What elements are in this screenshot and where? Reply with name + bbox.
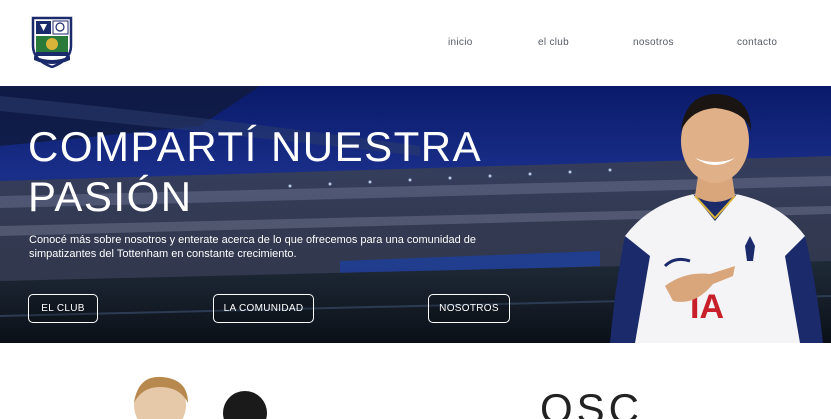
nosotros-button[interactable]: NOSOTROS bbox=[428, 294, 510, 323]
nav-nosotros[interactable]: nosotros bbox=[633, 37, 674, 48]
nav-el-club[interactable]: el club bbox=[538, 37, 569, 48]
about-section: OSC bbox=[0, 343, 831, 419]
hero-title: COMPARTÍ NUESTRA PASIÓN bbox=[28, 123, 480, 220]
section-heading: OSC bbox=[540, 385, 644, 419]
hero-banner: COMPARTÍ NUESTRA PASIÓN Conocé más sobre… bbox=[0, 86, 831, 343]
hero-description: Conocé más sobre nosotros y enterate ace… bbox=[29, 234, 476, 260]
nav-contacto[interactable]: contacto bbox=[737, 37, 777, 48]
player-photo: IA bbox=[610, 94, 823, 343]
nav-inicio[interactable]: inicio bbox=[448, 37, 473, 48]
la-comunidad-button[interactable]: LA COMUNIDAD bbox=[213, 294, 314, 323]
site-header: inicio el club nosotros contacto bbox=[0, 0, 831, 86]
members-photo bbox=[134, 376, 267, 419]
el-club-button[interactable]: EL CLUB bbox=[28, 294, 98, 323]
club-crest-icon[interactable] bbox=[30, 16, 74, 68]
